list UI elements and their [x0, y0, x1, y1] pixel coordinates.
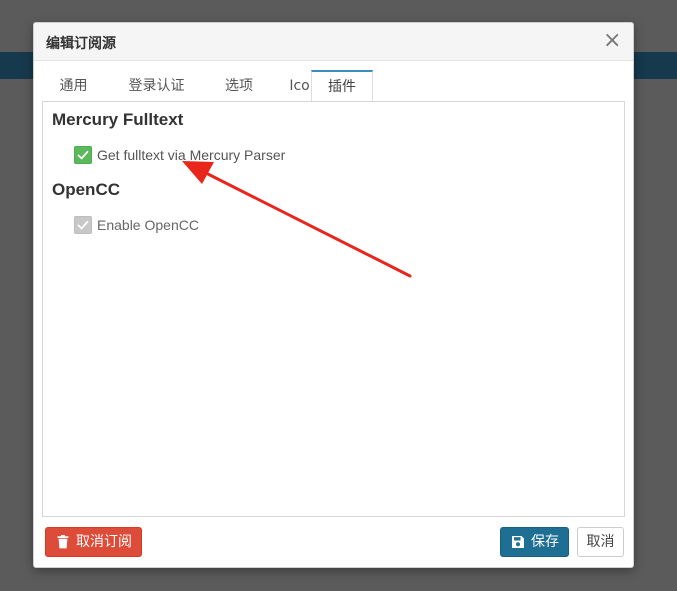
dialog-header: 编辑订阅源 × — [34, 23, 633, 61]
save-button[interactable]: 保存 — [500, 527, 569, 557]
opencc-option-label: Enable OpenCC — [97, 217, 199, 233]
floppy-disk-icon — [512, 536, 524, 548]
check-icon — [77, 150, 89, 160]
tab-bar: 通用 登录认证 选项 Icon 插件 — [43, 70, 626, 102]
mercury-checkbox[interactable] — [74, 146, 92, 164]
plugins-panel: Mercury Fulltext Get fulltext via Mercur… — [42, 101, 625, 517]
save-label: 保存 — [531, 534, 559, 550]
tab-plugins[interactable]: 插件 — [311, 70, 373, 101]
tab-general[interactable]: 通用 — [43, 72, 104, 101]
unsubscribe-button[interactable]: 取消订阅 — [45, 527, 142, 557]
mercury-section-title: Mercury Fulltext — [52, 110, 184, 129]
tab-options[interactable]: 选项 — [209, 72, 269, 101]
trash-icon — [57, 535, 69, 549]
cancel-button[interactable]: 取消 — [577, 527, 624, 557]
unsubscribe-label: 取消订阅 — [76, 534, 132, 550]
tab-login-auth[interactable]: 登录认证 — [104, 72, 209, 101]
edit-feed-dialog: 编辑订阅源 × 通用 登录认证 选项 Icon 插件 Mercury Fullt… — [33, 22, 634, 568]
opencc-checkbox[interactable] — [74, 216, 92, 234]
close-icon[interactable]: × — [603, 30, 621, 52]
opencc-section-title: OpenCC — [52, 180, 120, 199]
check-icon — [77, 220, 89, 230]
dialog-title: 编辑订阅源 — [46, 36, 116, 52]
mercury-option-label: Get fulltext via Mercury Parser — [97, 147, 286, 163]
